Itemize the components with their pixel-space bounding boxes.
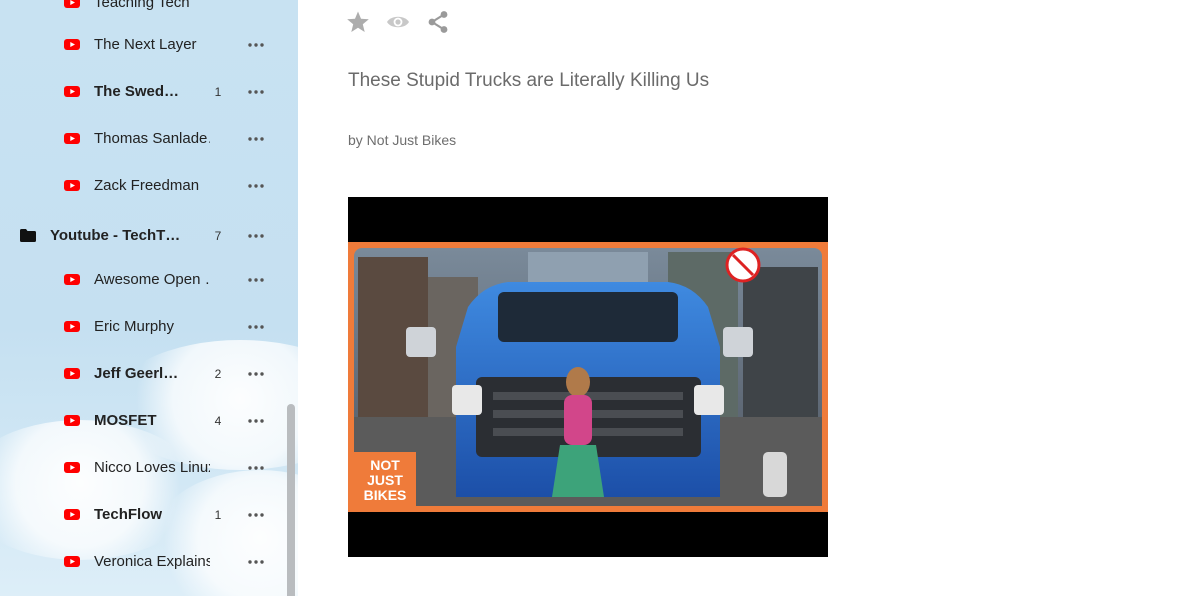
- sidebar-feed-item[interactable]: MOSFET 4: [0, 397, 290, 444]
- more-horizontal-icon[interactable]: [247, 319, 265, 335]
- sidebar-item-label: Zack Freedman: [94, 177, 200, 194]
- youtube-icon: [64, 415, 80, 426]
- svg-text:JUST: JUST: [367, 472, 403, 488]
- youtube-icon: [64, 86, 80, 97]
- youtube-icon: [64, 556, 80, 567]
- more-horizontal-icon[interactable]: [247, 178, 265, 194]
- svg-text:NOT: NOT: [370, 457, 400, 473]
- sidebar-item-label: The Next Layer: [94, 36, 197, 53]
- sidebar-feed-item[interactable]: The Swed… 1: [0, 68, 290, 115]
- article-title[interactable]: These Stupid Trucks are Literally Killin…: [348, 70, 709, 92]
- more-horizontal-icon[interactable]: [247, 554, 265, 570]
- more-horizontal-icon[interactable]: [247, 37, 265, 53]
- more-horizontal-icon[interactable]: [247, 413, 265, 429]
- sidebar-item-label: Youtube - TechT…: [50, 227, 181, 244]
- thumbnail-image: NOT JUST BIKES: [348, 242, 828, 512]
- sidebar-item-label: Eric Murphy: [94, 318, 175, 335]
- unread-count: 4: [214, 413, 222, 428]
- unread-count: 7: [214, 228, 222, 243]
- more-horizontal-icon[interactable]: [247, 272, 265, 288]
- sidebar-feed-item[interactable]: The Next Layer: [0, 21, 290, 68]
- youtube-icon: [64, 509, 80, 520]
- youtube-icon: [64, 0, 80, 8]
- unread-count: 1: [214, 507, 222, 522]
- sidebar-feed-item[interactable]: Jeff Geerl… 2: [0, 350, 290, 397]
- sidebar-feed-item[interactable]: Thomas Sanlade…: [0, 115, 290, 162]
- youtube-icon: [64, 39, 80, 50]
- sidebar-item-label: Veronica Explains: [94, 553, 210, 570]
- article-thumbnail[interactable]: NOT JUST BIKES: [348, 197, 828, 557]
- sidebar-item-label: Jeff Geerl…: [94, 365, 179, 382]
- youtube-icon: [64, 180, 80, 191]
- unread-count: 1: [214, 84, 222, 99]
- youtube-icon: [64, 133, 80, 144]
- youtube-icon: [64, 368, 80, 379]
- article-view: These Stupid Trucks are Literally Killin…: [298, 0, 1200, 596]
- sidebar: Teaching Tech The Next Layer The Swed… 1 Th…: [0, 0, 298, 596]
- more-horizontal-icon[interactable]: [247, 366, 265, 382]
- more-horizontal-icon[interactable]: [247, 84, 265, 100]
- sidebar-item-label: The Swed…: [94, 83, 180, 100]
- sidebar-item-label: Nicco Loves Linux: [94, 459, 210, 476]
- share-icon[interactable]: [426, 10, 450, 34]
- youtube-icon: [64, 274, 80, 285]
- sidebar-item-label: Teaching Tech: [94, 0, 190, 11]
- sidebar-scrollbar[interactable]: [287, 404, 295, 596]
- sidebar-feed-item[interactable]: TechFlow 1: [0, 491, 290, 538]
- more-horizontal-icon[interactable]: [247, 460, 265, 476]
- article-byline: by Not Just Bikes: [348, 132, 457, 148]
- sidebar-item-label: Awesome Open …: [94, 271, 210, 288]
- more-horizontal-icon[interactable]: [247, 131, 265, 147]
- folder-icon: [20, 229, 36, 242]
- sidebar-folder[interactable]: Youtube - TechT… 7: [0, 212, 290, 259]
- youtube-icon: [64, 462, 80, 473]
- sidebar-item-label: MOSFET: [94, 412, 157, 429]
- sidebar-item-label: TechFlow: [94, 506, 163, 523]
- sidebar-feed-item[interactable]: Zack Freedman: [0, 162, 290, 209]
- svg-text:BIKES: BIKES: [364, 487, 407, 503]
- more-horizontal-icon[interactable]: [247, 228, 265, 244]
- more-horizontal-icon[interactable]: [247, 507, 265, 523]
- sidebar-feed-item[interactable]: Eric Murphy: [0, 303, 290, 350]
- sidebar-feed-item[interactable]: Awesome Open …: [0, 256, 290, 303]
- sidebar-feed-item[interactable]: Nicco Loves Linux: [0, 444, 290, 491]
- star-icon[interactable]: [346, 10, 370, 34]
- sidebar-item-label: Thomas Sanlade…: [94, 130, 210, 147]
- youtube-icon: [64, 321, 80, 332]
- unread-count: 2: [214, 366, 222, 381]
- eye-icon[interactable]: [386, 10, 410, 34]
- sidebar-feed-item[interactable]: Veronica Explains: [0, 538, 290, 585]
